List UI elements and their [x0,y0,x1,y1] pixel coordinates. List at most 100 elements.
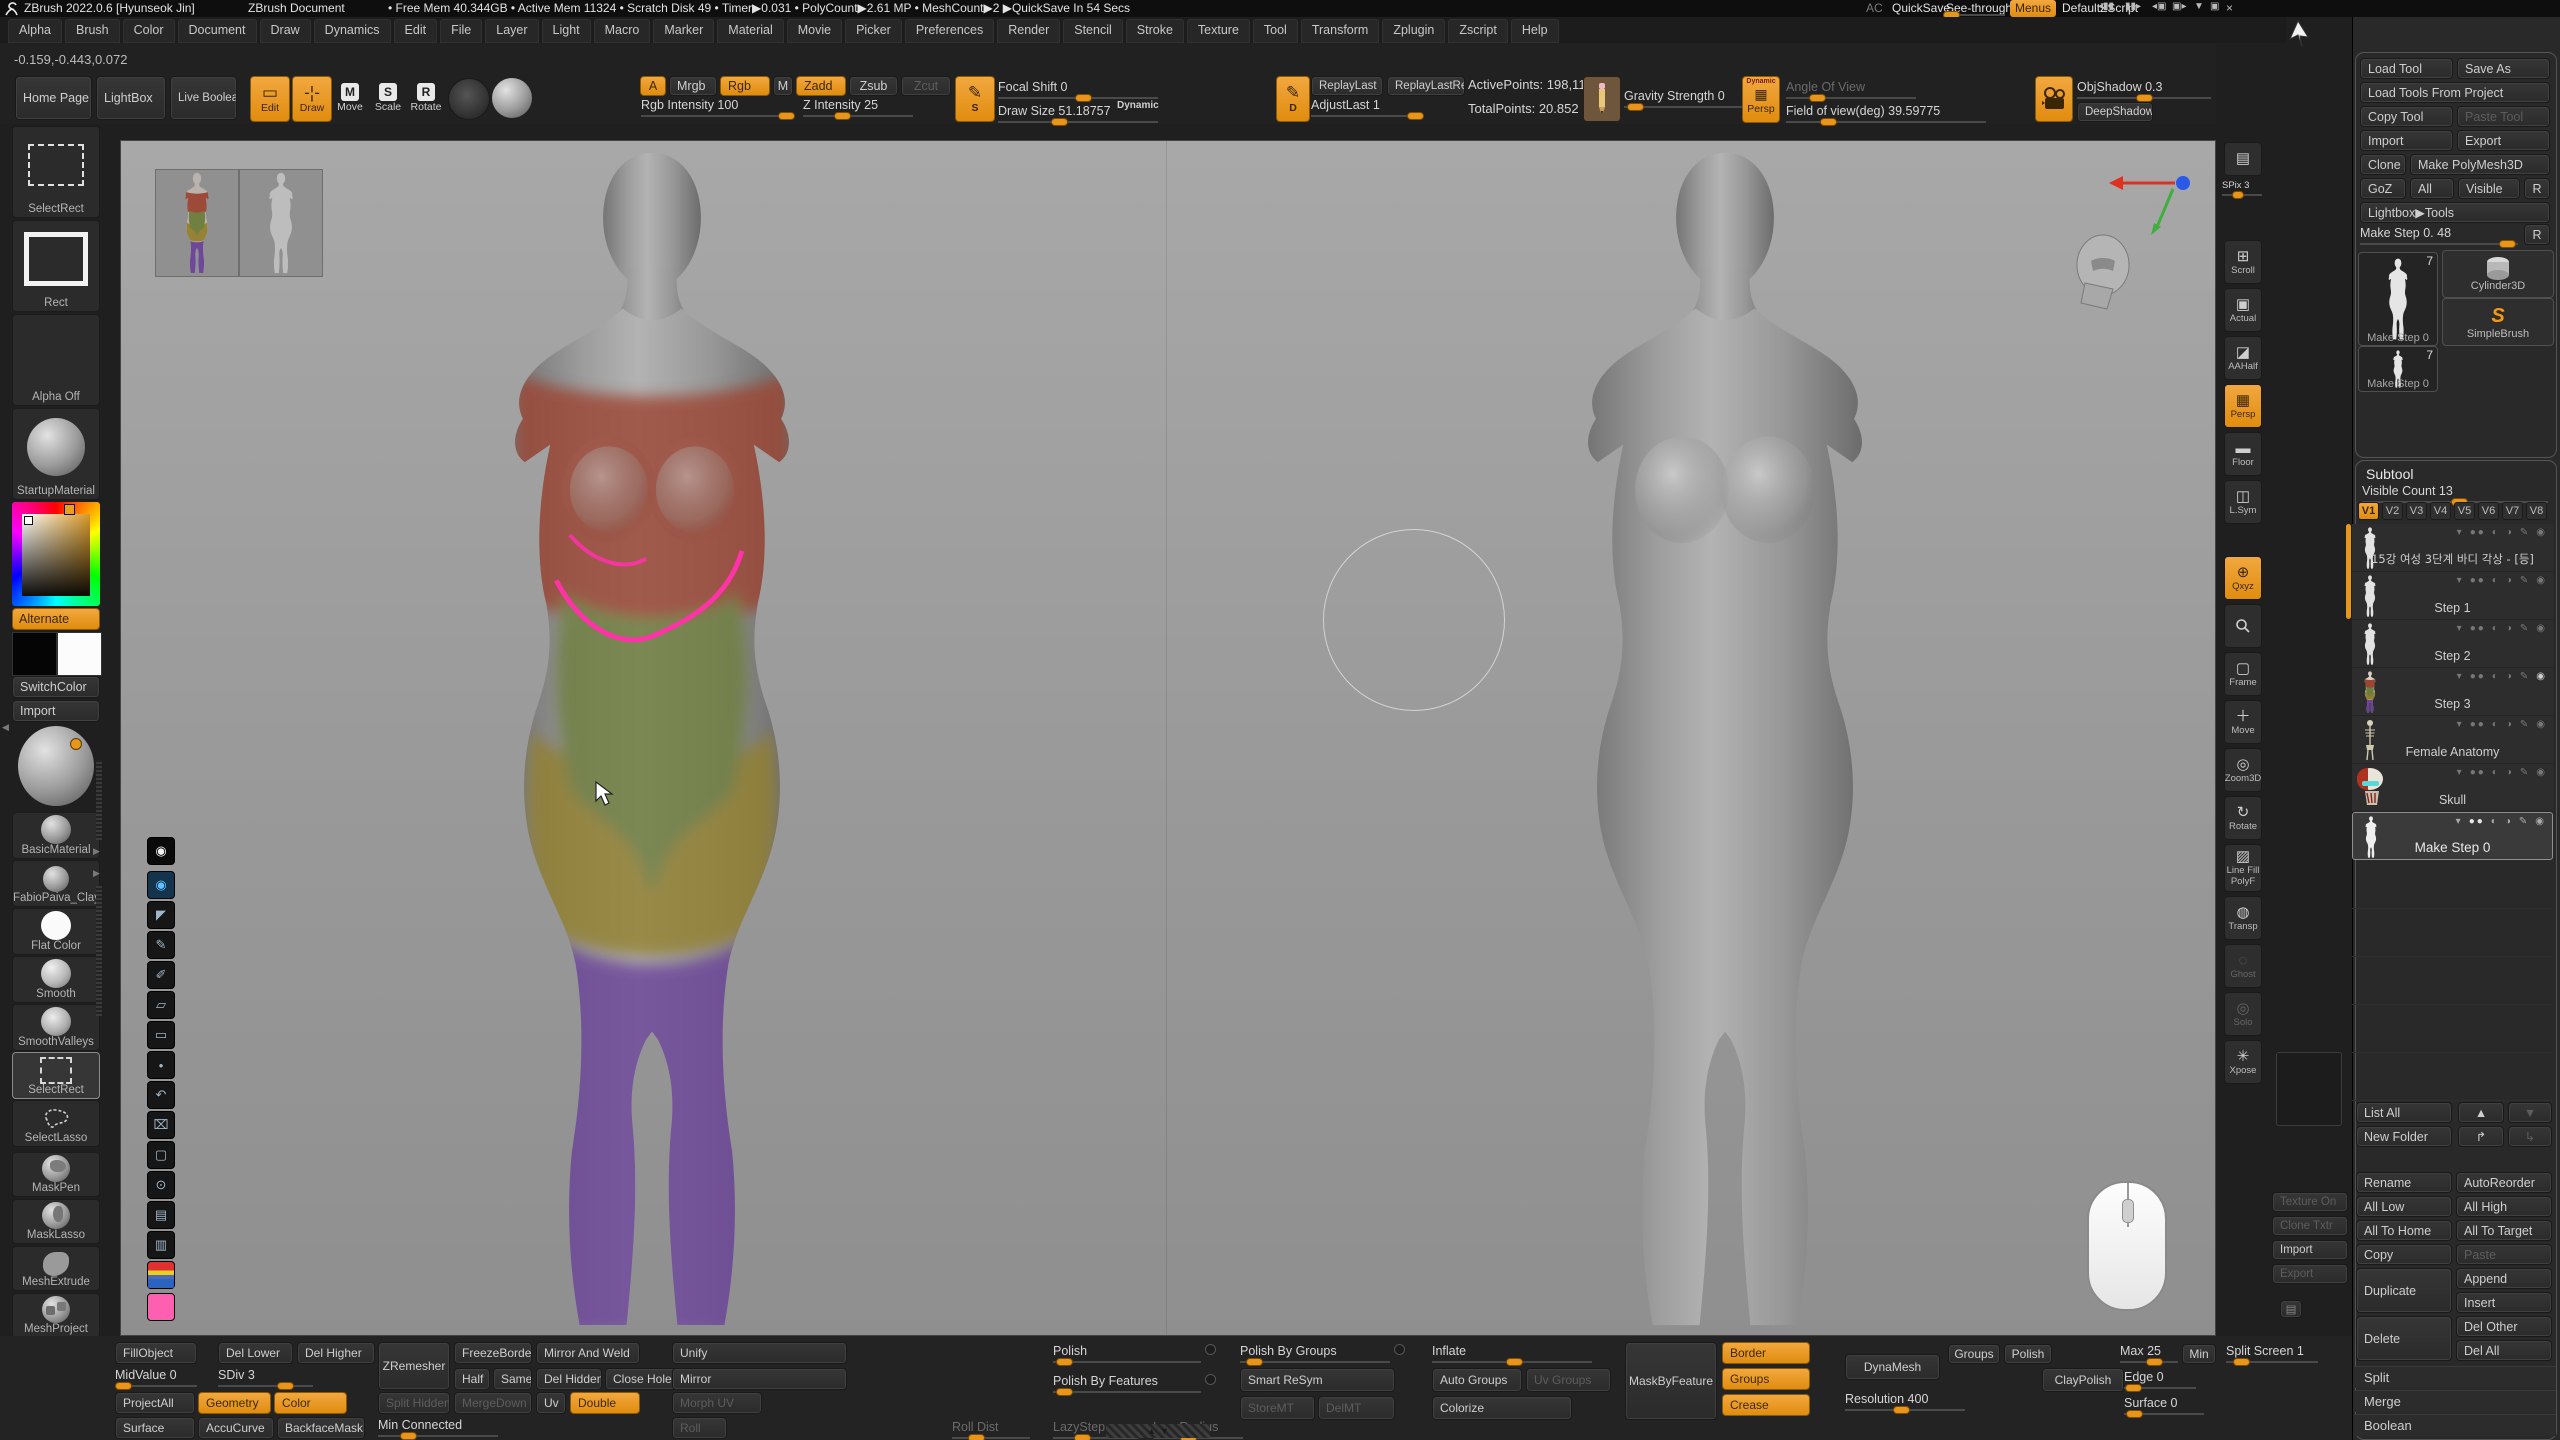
eye-icon[interactable]: ◉ [2536,767,2547,778]
color-button[interactable]: Color [274,1392,347,1414]
divider-arrow-left2-icon[interactable]: ▶ [93,868,100,879]
sdiv-slider[interactable]: SDiv 3 [218,1368,313,1387]
unify-button[interactable]: Unify [672,1342,847,1364]
material-toggle-icon[interactable]: ◑ [2506,767,2514,778]
tool-simplebrush[interactable]: S SimpleBrush [2442,298,2554,346]
secondary-color-swatch[interactable] [57,632,102,676]
clone-button[interactable]: Clone [2360,154,2406,175]
menu-movie[interactable]: Movie [787,19,842,43]
subtool-row-3[interactable]: ▾●●◐◑✎◉ Step 2 [2352,620,2553,668]
menu-layer[interactable]: Layer [485,19,538,43]
brush-icon[interactable]: ✎ [2520,575,2530,586]
accucurve-button[interactable]: AccuCurve [198,1417,274,1439]
alternate-button[interactable]: Alternate [12,608,100,630]
lightbox-button[interactable]: LightBox [96,76,166,120]
palette-select-button[interactable]: ◤ [147,901,175,929]
colorize-button[interactable]: Colorize [1432,1396,1572,1420]
flipdown-icon[interactable]: ▾ [2457,719,2464,730]
material-clay-tile[interactable]: FabioPaiva_Clay2 [12,860,100,907]
brush-maskpen-tile[interactable]: MaskPen [12,1152,100,1197]
polypaint-icon[interactable]: ●● [2470,767,2486,778]
all-low-button[interactable]: All Low [2356,1196,2452,1217]
menu-help[interactable]: Help [1511,19,1559,43]
eye-icon[interactable]: ◉ [2536,719,2547,730]
rgb-intensity-knob[interactable] [778,112,795,120]
max-knob[interactable] [2146,1358,2163,1366]
subtool-scroll-indicator[interactable] [2346,524,2351,619]
material-toggle-icon[interactable]: ◑ [2506,623,2514,634]
menu-brush[interactable]: Brush [65,19,120,43]
inflate-knob[interactable] [1506,1358,1523,1366]
restore-icon[interactable]: ▣ [2210,1,2219,12]
subtool-row-7-selected[interactable]: ▾●●◐◑✎◉ Make Step 0 [2352,812,2553,860]
palette-pink-swatch[interactable] [147,1293,175,1321]
see-through-slider[interactable] [1943,11,2005,16]
current-material-icon[interactable] [492,78,532,118]
dock-right-icon[interactable]: ▣▸ [2172,1,2186,12]
palette-undo-button[interactable]: ↶ [147,1081,175,1109]
focal-shift-slider[interactable]: Focal Shift 0 [998,80,1158,99]
texture-thumbnail[interactable] [2276,1052,2342,1126]
resolution-knob[interactable] [1893,1406,1910,1414]
linefill-button[interactable]: ▨Line FillPolyF [2224,844,2262,892]
make-step-slider[interactable]: Make Step 0. 48 [2360,226,2518,245]
import-texture-button[interactable]: Import [12,700,100,722]
stroke-rect-tile[interactable]: Rect [12,220,100,312]
gravity-strength-knob[interactable] [1627,103,1644,111]
clay-polish-button[interactable]: ClayPolish [2042,1368,2124,1392]
close-icon[interactable]: × [2226,1,2233,15]
polypaint-icon[interactable]: ●● [2470,719,2486,730]
z-intensity-slider[interactable]: Z Intensity 25 [803,98,913,117]
material-flat-tile[interactable]: Flat Color [12,908,100,955]
goz-all-button[interactable]: All [2410,178,2454,199]
material-toggle-icon[interactable]: ◑ [2506,719,2514,730]
polypaint-icon[interactable]: ●● [2470,671,2486,682]
rotate-view-button[interactable]: ↻Rotate [2224,796,2262,840]
subtool-row-1[interactable]: ▾●●◐◑✎◉ 15강 여성 3단계 바디 각상 - [등] [2352,524,2553,572]
m-button[interactable]: M [773,76,793,96]
uvmap-icon[interactable]: ◐ [2492,671,2500,682]
new-folder-button[interactable]: New Folder [2356,1126,2452,1147]
menu-zscript[interactable]: Zscript [1448,19,1508,43]
polypaint-icon[interactable]: ●● [2470,575,2486,586]
lightbox-tools-button[interactable]: Lightbox▶Tools [2360,202,2550,223]
merge-section-header[interactable]: Merge [2354,1390,2556,1412]
quicksave-button[interactable]: QuickSave [1892,1,1950,15]
polypaint-icon[interactable]: ●● [2469,816,2485,827]
flipdown-icon[interactable]: ▾ [2457,527,2464,538]
texture-mini-icon[interactable]: ▤ [2280,1300,2302,1318]
uvmap-icon[interactable]: ◐ [2492,623,2500,634]
document-canvas[interactable]: ◉ ◉ ◤ ✎ ✐ ▱ ▭ • ↶ ⌧ ▢ ⊙ ▤ ▥ [120,140,2216,1336]
ac-button[interactable]: AC [1866,1,1883,15]
split-screen-knob[interactable] [2233,1358,2250,1366]
min-button[interactable]: Min [2182,1344,2216,1364]
delete-button[interactable]: Delete [2356,1316,2452,1361]
half-button[interactable]: Half [454,1368,490,1390]
uvmap-icon[interactable]: ◐ [2492,767,2500,778]
focal-shift-knob[interactable] [1075,94,1092,102]
rgb-intensity-slider[interactable]: Rgb Intensity 100 [641,98,793,117]
aahalf-button[interactable]: ◪AAHalf [2224,336,2262,380]
sdiv-knob[interactable] [277,1382,294,1390]
brush-selectrect-tile[interactable]: SelectRect [12,1052,100,1099]
groups-button[interactable]: Groups [1722,1368,1810,1390]
subtool-tab-v4[interactable]: V4 [2430,502,2451,520]
history-thumbnail-colored[interactable] [155,169,239,277]
obj-shadow-knob[interactable] [2136,94,2153,102]
menu-stroke[interactable]: Stroke [1126,19,1184,43]
stroke-curve-button[interactable]: ✎S [955,76,995,122]
recent-tool-thumbnail[interactable]: 7 Make Step 0 [2358,346,2438,392]
zsub-button[interactable]: Zsub [849,76,898,96]
zremesher-button[interactable]: ZRemesher [378,1342,450,1390]
sv-cursor[interactable] [24,516,33,525]
inflate-slider[interactable]: Inflate [1432,1344,1592,1363]
color-picker[interactable] [12,502,100,606]
polish-by-features-toggle[interactable] [1205,1374,1216,1385]
menu-document[interactable]: Document [178,19,257,43]
material-toggle-icon[interactable]: ◑ [2506,671,2514,682]
brush-meshproject-tile[interactable]: MeshProject [12,1293,100,1338]
split-screen-slider[interactable]: Split Screen 1 [2226,1344,2318,1363]
subtool-tab-v3[interactable]: V3 [2406,502,2427,520]
color-picker-sv-square[interactable] [22,514,90,596]
list-all-button[interactable]: List All [2356,1102,2452,1123]
